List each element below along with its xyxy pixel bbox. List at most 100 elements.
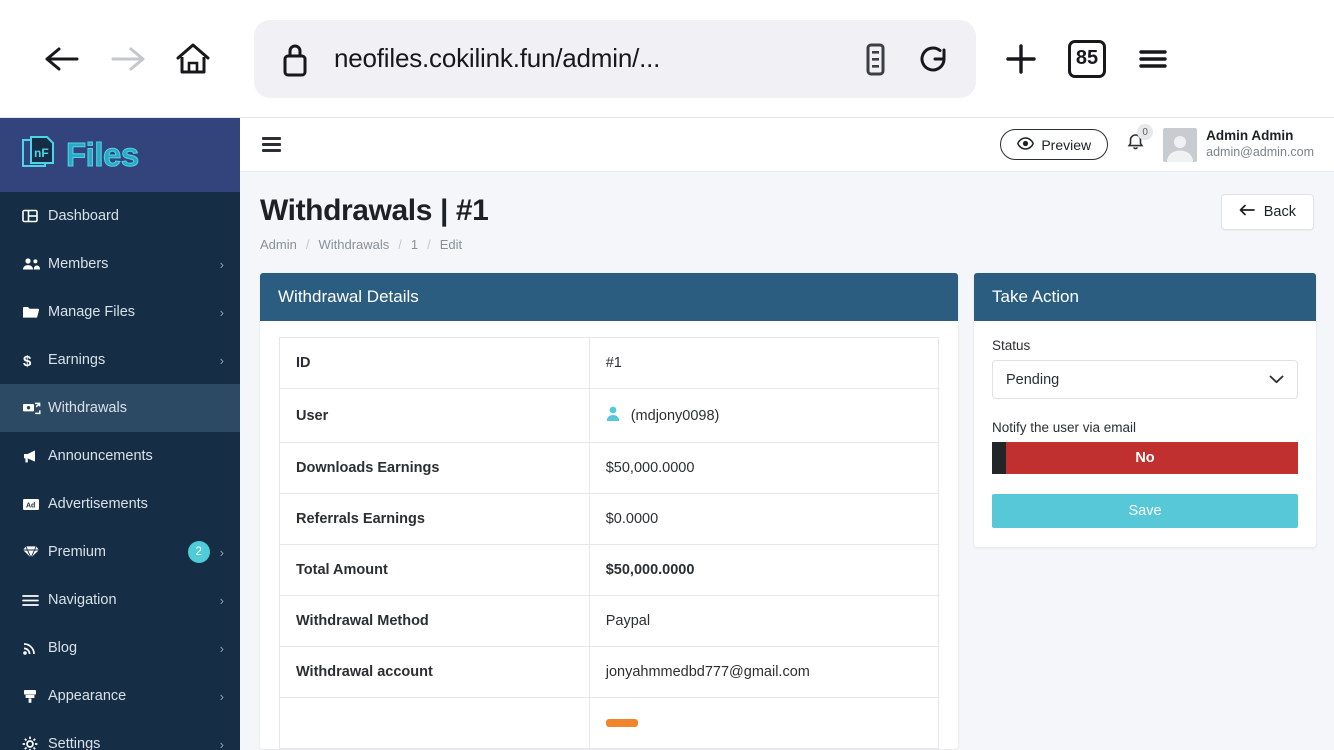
page-content: Withdrawals | #1 Admin / Withdrawals / 1…: [240, 172, 1334, 749]
row-value: (mdjony0098): [588, 388, 940, 443]
sidebar-item-label: Appearance: [48, 688, 127, 704]
notify-toggle[interactable]: No: [992, 442, 1298, 474]
back-button[interactable]: Back: [1220, 194, 1314, 230]
money-exchange-icon: [22, 401, 48, 415]
notify-toggle-value: No: [1135, 450, 1155, 466]
avatar: [1163, 127, 1198, 162]
row-key: Withdrawal Method: [279, 595, 590, 647]
preview-label: Preview: [1041, 136, 1092, 153]
svg-text:$: $: [23, 353, 32, 369]
sidebar-item-label: Manage Files: [48, 304, 136, 320]
megaphone-icon: [22, 449, 48, 464]
arrow-left-icon: [1239, 204, 1255, 220]
sidebar-item-members[interactable]: Members ›: [0, 240, 240, 288]
sidebar-item-announcements[interactable]: Announcements: [0, 432, 240, 480]
user-email: admin@admin.com: [1206, 145, 1314, 160]
row-key: Withdrawal account: [279, 646, 590, 698]
sidebar-item-manage-files[interactable]: Manage Files ›: [0, 288, 240, 336]
chevron-right-icon: ›: [219, 688, 224, 704]
chevron-right-icon: ›: [219, 256, 224, 272]
svg-text:Ad: Ad: [26, 502, 35, 509]
folder-icon: [22, 305, 48, 319]
home-icon[interactable]: [160, 26, 226, 92]
hamburger-menu-icon[interactable]: [1120, 26, 1186, 92]
chevron-right-icon: ›: [219, 304, 224, 320]
take-action-card: Take Action Status Pending Notify the us…: [974, 273, 1316, 547]
sidebar-item-premium[interactable]: Premium 2 ›: [0, 528, 240, 576]
url-bar[interactable]: neofiles.cokilink.fun/admin/...: [254, 19, 976, 98]
svg-text:nF: nF: [34, 146, 49, 160]
breadcrumb-item-edit: Edit: [439, 237, 463, 252]
sidebar-item-appearance[interactable]: Appearance ›: [0, 672, 240, 720]
status-badge: [605, 719, 638, 727]
lock-icon: [278, 37, 312, 81]
withdrawal-details-table: ID #1 User (mdjony0098) Downloads Earnin…: [279, 337, 940, 749]
row-value: $50,000.0000: [588, 442, 940, 494]
tab-counter-button[interactable]: 85: [1054, 26, 1120, 92]
eye-icon: [1017, 136, 1035, 153]
sidebar-logo-text: Files: [66, 136, 140, 174]
table-row: Referrals Earnings $0.0000: [279, 493, 940, 545]
app-root: nF Files Dashboard Members › Manage File…: [0, 118, 1334, 750]
sidebar-item-label: Navigation: [48, 592, 117, 608]
save-button[interactable]: Save: [992, 494, 1298, 528]
chevron-down-icon: [1269, 372, 1284, 388]
dollar-icon: $: [22, 352, 48, 369]
page-title: Withdrawals | #1: [260, 194, 489, 227]
sidebar-item-advertisements[interactable]: Ad Advertisements: [0, 480, 240, 528]
preview-button[interactable]: Preview: [1000, 129, 1109, 160]
members-icon: [22, 257, 48, 271]
chevron-right-icon: ›: [219, 592, 224, 608]
chevron-right-icon: ›: [219, 544, 224, 560]
tab-count-label: 85: [1068, 39, 1106, 78]
row-value: #1: [588, 337, 940, 389]
plus-icon[interactable]: [988, 26, 1054, 92]
sidebar-item-navigation[interactable]: Navigation ›: [0, 576, 240, 624]
diamond-icon: [22, 545, 48, 559]
sidebar: nF Files Dashboard Members › Manage File…: [0, 118, 240, 750]
chevron-right-icon: ›: [219, 736, 224, 750]
reload-icon[interactable]: [916, 39, 952, 79]
breadcrumb-separator: /: [398, 237, 402, 252]
gear-icon: [22, 736, 48, 750]
sidebar-item-settings[interactable]: Settings ›: [0, 720, 240, 750]
forward-arrow-icon[interactable]: [94, 26, 160, 92]
chevron-right-icon: ›: [219, 640, 224, 656]
sidebar-item-blog[interactable]: Blog ›: [0, 624, 240, 672]
files-logo-icon: nF: [20, 135, 60, 176]
reader-view-icon[interactable]: [860, 39, 890, 79]
chevron-right-icon: ›: [219, 352, 224, 368]
notifications-button[interactable]: 0: [1122, 124, 1154, 159]
user-name: Admin Admin: [1206, 128, 1294, 144]
sidebar-toggle-icon[interactable]: [262, 137, 281, 152]
table-row: Total Amount $50,000.0000: [279, 544, 940, 596]
user-menu[interactable]: Admin Admin admin@admin.com: [1163, 127, 1314, 162]
ad-icon: Ad: [22, 498, 48, 511]
breadcrumb: Admin / Withdrawals / 1 / Edit: [260, 237, 488, 252]
row-key: User: [279, 388, 590, 443]
user-icon: [606, 406, 620, 425]
dashboard-icon: [22, 208, 48, 224]
rss-icon: [22, 641, 48, 656]
status-selected-value: Pending: [1006, 371, 1060, 388]
breadcrumb-item-admin[interactable]: Admin: [260, 237, 297, 252]
row-value-total: $50,000.0000: [588, 544, 940, 596]
notify-label: Notify the user via email: [992, 420, 1137, 435]
page-header: Withdrawals | #1 Admin / Withdrawals / 1…: [260, 194, 1314, 252]
sidebar-item-label: Settings: [48, 736, 101, 750]
breadcrumb-item-id[interactable]: 1: [411, 237, 418, 252]
sidebar-logo[interactable]: nF Files: [0, 118, 240, 192]
card-header-title: Take Action: [974, 273, 1316, 321]
breadcrumb-item-withdrawals[interactable]: Withdrawals: [318, 237, 389, 252]
user-name-value[interactable]: (mdjony0098): [631, 408, 720, 424]
row-key: Downloads Earnings: [279, 442, 590, 494]
back-arrow-icon[interactable]: [28, 26, 94, 92]
sidebar-item-earnings[interactable]: $ Earnings ›: [0, 336, 240, 384]
sidebar-item-label: Members: [48, 256, 109, 272]
back-label: Back: [1263, 204, 1296, 220]
status-select[interactable]: Pending: [992, 360, 1298, 399]
sidebar-item-withdrawals[interactable]: Withdrawals: [0, 384, 240, 432]
sidebar-item-dashboard[interactable]: Dashboard: [0, 192, 240, 240]
sidebar-item-label: Blog: [48, 640, 78, 656]
row-key: Referrals Earnings: [279, 493, 590, 545]
